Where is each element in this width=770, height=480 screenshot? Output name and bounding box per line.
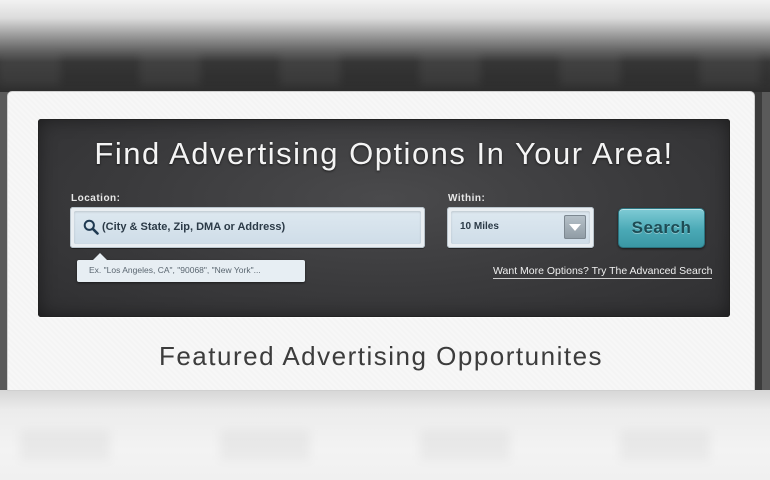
location-label: Location: bbox=[71, 193, 121, 204]
search-panel: Find Advertising Options In Your Area! L… bbox=[38, 119, 730, 317]
search-panel-title: Find Advertising Options In Your Area! bbox=[94, 136, 674, 171]
location-field-inner bbox=[74, 211, 421, 244]
featured-section-title: Featured Advertising Opportunites bbox=[158, 341, 604, 371]
search-button[interactable]: Search bbox=[618, 208, 705, 248]
location-hint-text: Ex. "Los Angeles, CA", "90068", "New Yor… bbox=[89, 265, 261, 275]
background-edge-left bbox=[0, 92, 8, 390]
within-select[interactable]: 10 Miles bbox=[447, 207, 594, 248]
within-selected-value: 10 Miles bbox=[460, 221, 499, 232]
chevron-down-icon[interactable] bbox=[564, 215, 586, 239]
blurred-background-top bbox=[0, 0, 770, 92]
within-label: Within: bbox=[448, 193, 486, 204]
location-hint-tooltip: Ex. "Los Angeles, CA", "90068", "New Yor… bbox=[77, 253, 305, 282]
within-select-inner: 10 Miles bbox=[451, 211, 590, 244]
blurred-background-bottom bbox=[0, 390, 770, 480]
search-icon bbox=[83, 219, 99, 235]
content-card: Find Advertising Options In Your Area! L… bbox=[8, 92, 754, 390]
location-field[interactable] bbox=[70, 207, 425, 248]
location-input[interactable] bbox=[102, 213, 412, 241]
advanced-search-link[interactable]: Want More Options? Try The Advanced Sear… bbox=[493, 265, 713, 279]
background-edge-right bbox=[762, 92, 770, 390]
